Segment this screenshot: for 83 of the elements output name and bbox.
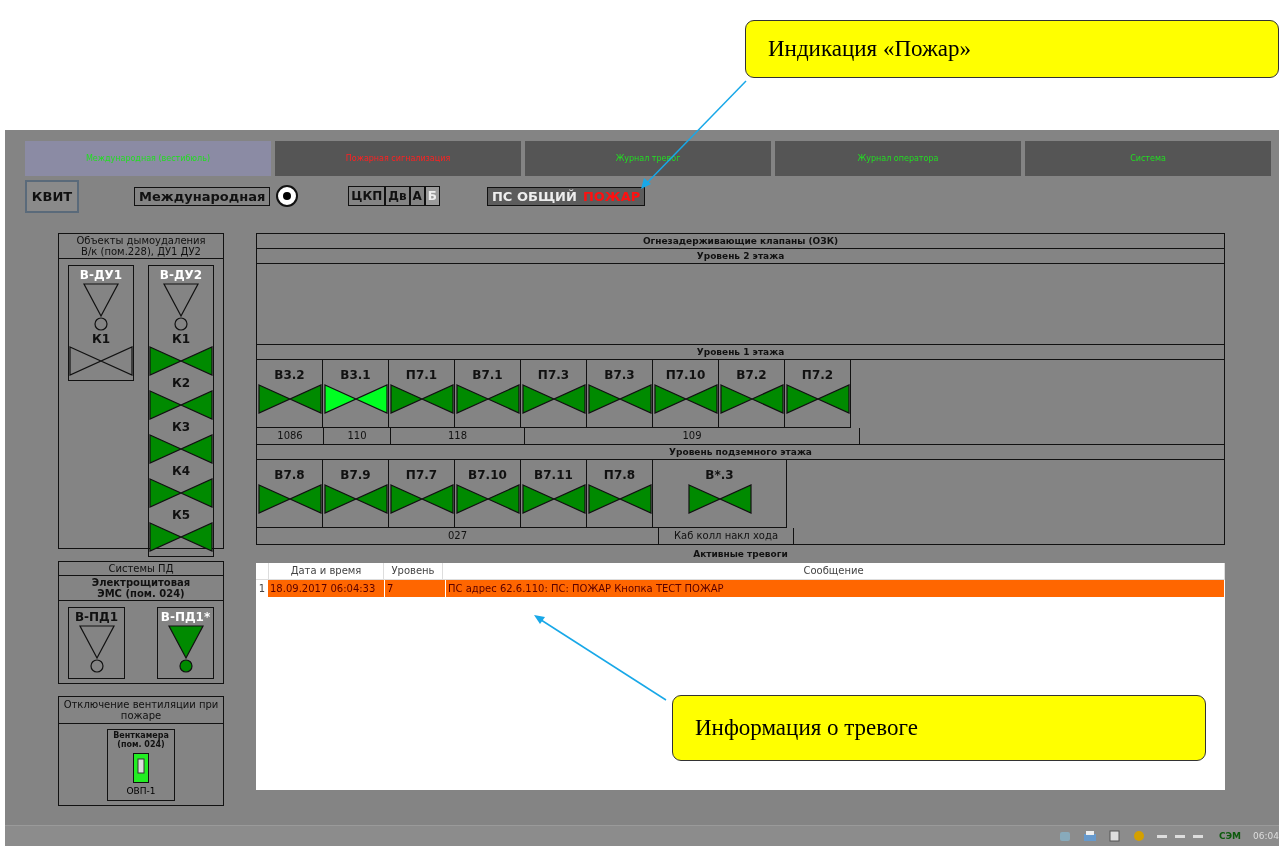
section-title: Огнезадерживающие клапаны (ОЗК) xyxy=(256,233,1225,249)
damper-cell[interactable]: В7.9 xyxy=(323,460,389,528)
damper-cell[interactable]: В*.3 xyxy=(653,460,787,528)
damper-cell[interactable]: П7.8 xyxy=(587,460,653,528)
mode-button[interactable]: Дв xyxy=(385,186,410,206)
panel-title: Отключение вентиляции при пожаре xyxy=(59,697,223,724)
damper-cell[interactable]: П7.1 xyxy=(389,360,455,428)
damper-cell[interactable]: П7.10 xyxy=(653,360,719,428)
damper-name: В7.1 xyxy=(472,368,503,382)
status-dot-icon[interactable] xyxy=(1132,830,1145,842)
unit-name: В-ДУ1 xyxy=(79,268,123,282)
room-label: 109 xyxy=(525,428,860,444)
row-number: 1 xyxy=(257,582,267,596)
damper-cell[interactable]: В7.10 xyxy=(455,460,521,528)
damper-cell[interactable]: В7.2 xyxy=(719,360,785,428)
tab[interactable]: Система xyxy=(1025,141,1271,176)
column-header: Дата и время xyxy=(269,563,384,579)
table-cell: 18.09.2017 06:04:33 xyxy=(268,580,385,597)
panel-subtitle: Электрощитовая ЭМС (пом. 024) xyxy=(59,576,223,601)
damper-name: П7.7 xyxy=(405,468,438,482)
taskbar-label: СЭМ xyxy=(1218,831,1242,841)
table-cell: ПС адрес 62.6.110: ПС: ПОЖАР Кнопка ТЕСТ ПОЖАР xyxy=(446,580,1225,597)
valve-name: К5 xyxy=(171,508,191,522)
damper-name: П7.10 xyxy=(665,368,706,382)
room-label: 027 xyxy=(257,528,659,544)
damper-name: В7.2 xyxy=(736,368,767,382)
tab[interactable]: Журнал оператора xyxy=(775,141,1021,176)
fire-panel-label: ПС ОБЩИЙ xyxy=(492,188,577,204)
alarms-title: Активные тревоги xyxy=(692,548,789,561)
valve-name: К1 xyxy=(91,332,111,346)
damper-cell[interactable]: В7.1 xyxy=(455,360,521,428)
panel-title: Объекты дымоудаления В/к (пом.228), ДУ1 ДУ2 xyxy=(59,234,223,259)
unit-name: В-ДУ2 xyxy=(159,268,203,282)
damper-name: В7.8 xyxy=(274,468,305,482)
damper-name: В*.3 xyxy=(705,468,734,482)
valve-name: К2 xyxy=(171,376,191,390)
damper-cell[interactable]: В7.11 xyxy=(521,460,587,528)
clock: 06:04 xyxy=(1253,831,1279,841)
switch-icon[interactable] xyxy=(133,753,149,783)
damper-cell[interactable]: В3.2 xyxy=(257,360,323,428)
acknowledge-button[interactable]: КВИТ xyxy=(25,179,79,213)
damper-name: В7.10 xyxy=(468,468,507,482)
mode-button[interactable]: ЦКП xyxy=(348,186,386,206)
damper-cell[interactable]: П7.2 xyxy=(785,360,851,428)
damper-cell[interactable]: П7.7 xyxy=(389,460,455,528)
damper-name: П7.1 xyxy=(405,368,438,382)
damper-cell[interactable]: В7.3 xyxy=(587,360,653,428)
room-label: 1086 xyxy=(257,428,324,444)
damper-name: В3.1 xyxy=(340,368,371,382)
room-label: 118 xyxy=(391,428,525,444)
damper-name: В7.11 xyxy=(534,468,573,482)
room-label: Венткамера (пом. 024) xyxy=(113,730,169,750)
unit-name: В-ПД1 xyxy=(74,610,119,624)
room-label: 110 xyxy=(324,428,391,444)
damper-name: В3.2 xyxy=(274,368,305,382)
room-label: Каб колл накл хода xyxy=(659,528,794,544)
panel-title: Системы ПД xyxy=(59,562,223,576)
damper-name: П7.8 xyxy=(603,468,636,482)
printer-icon[interactable] xyxy=(1082,830,1097,842)
damper-cell[interactable]: В3.1 xyxy=(323,360,389,428)
level-title: Уровень 2 этажа xyxy=(256,249,1225,264)
damper-name: П7.2 xyxy=(801,368,834,382)
damper-name: П7.3 xyxy=(537,368,570,382)
valve-name: К3 xyxy=(171,420,191,434)
damper-cell[interactable]: П7.3 xyxy=(521,360,587,428)
column-header: Уровень xyxy=(384,563,443,579)
fire-alarm-text: ПОЖАР xyxy=(582,188,641,204)
level-title: Уровень подземного этажа xyxy=(256,445,1225,460)
radio-button[interactable] xyxy=(276,185,299,207)
callout: Индикация «Пожар» xyxy=(745,20,1279,78)
damper-name: В7.9 xyxy=(340,468,371,482)
callout: Информация о тревоге xyxy=(672,695,1206,761)
column-header: Сообщение xyxy=(443,563,1225,579)
valve-name: К1 xyxy=(171,332,191,346)
valve-name: К4 xyxy=(171,464,191,478)
unit-name: В-ПД1* xyxy=(160,610,211,624)
switch-label: ОВП-1 xyxy=(126,786,156,796)
damper-name: В7.3 xyxy=(604,368,635,382)
document-icon[interactable] xyxy=(1108,830,1121,842)
station-label: Международная xyxy=(134,186,271,206)
level-title: Уровень 1 этажа xyxy=(256,345,1225,360)
damper-cell[interactable]: В7.8 xyxy=(257,460,323,528)
table-cell: 7 xyxy=(385,580,446,597)
